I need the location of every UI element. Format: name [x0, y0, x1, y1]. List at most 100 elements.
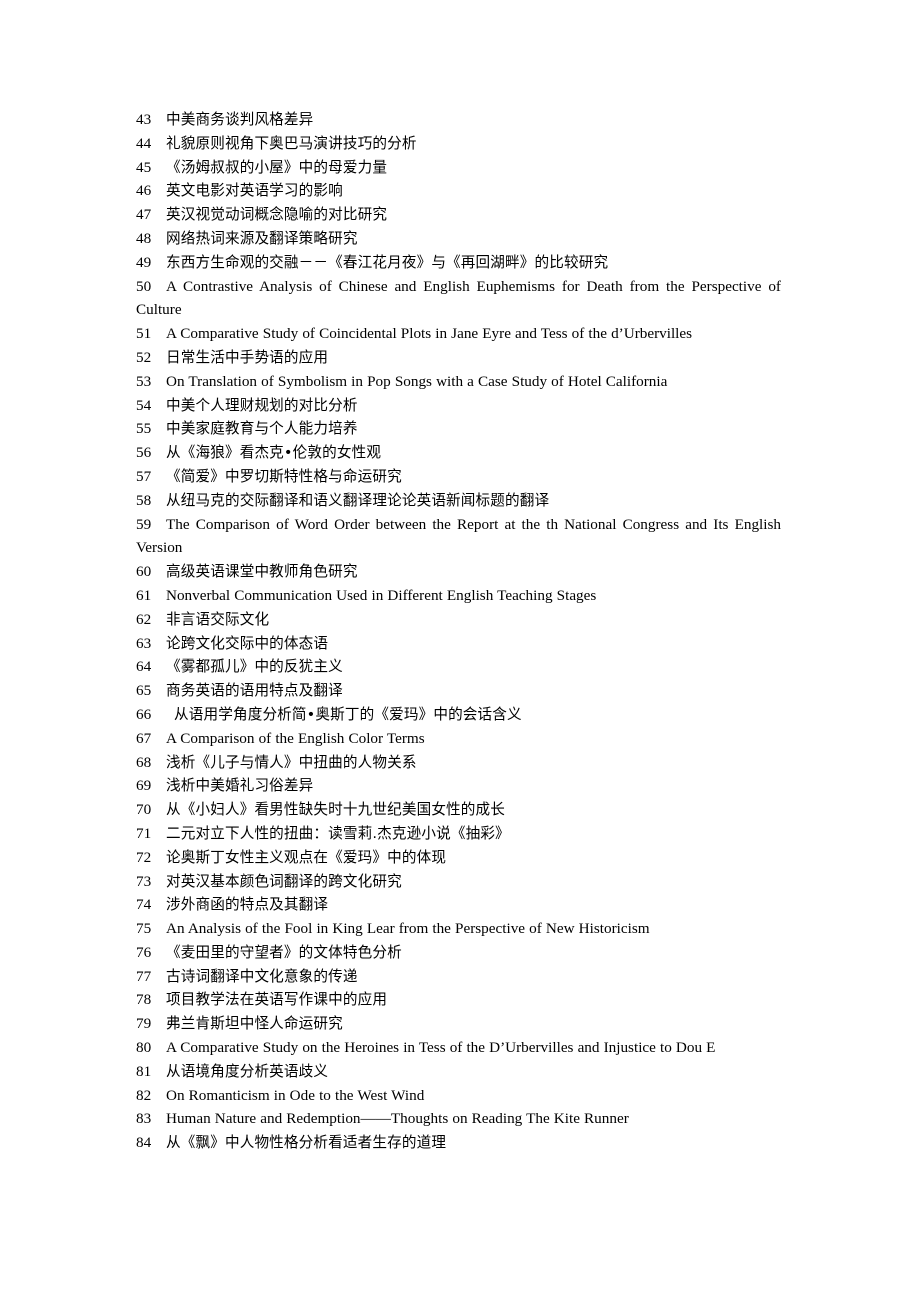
list-item-title: 中美商务谈判风格差异 — [166, 111, 314, 128]
list-item-number: 73 — [136, 872, 152, 890]
list-item-number: 48 — [136, 229, 152, 247]
list-item: 80 A Comparative Study on the Heroines in… — [136, 1036, 781, 1060]
list-item-number: 68 — [136, 753, 152, 771]
list-item-number: 69 — [136, 777, 152, 795]
list-item-number: 61 — [136, 586, 152, 604]
list-item: 65 商务英语的语用特点及翻译 — [136, 679, 781, 703]
list-item-title: 日常生活中手势语的应用 — [166, 348, 329, 366]
list-item: 59 The Comparison of Word Order between t… — [136, 513, 781, 561]
list-item: 53 On Translation of Symbolism in Pop Son… — [136, 370, 781, 394]
list-item-title: 涉外商函的特点及其翻译 — [166, 896, 329, 914]
list-item-number: 77 — [136, 967, 152, 985]
list-item: 56 从《海狼》看杰克•伦敦的女性观 — [136, 441, 781, 465]
list-item-title: 论跨文化交际中的体态语 — [166, 634, 329, 652]
list-item-title: 东西方生命观的交融－－《春江花月夜》与《再回湖畔》的比较研究 — [166, 253, 609, 271]
list-item-number: 53 — [136, 372, 152, 390]
list-item: 49 东西方生命观的交融－－《春江花月夜》与《再回湖畔》的比较研究 — [136, 251, 781, 275]
list-item-title: An Analysis of the Fool in King Lear fro… — [166, 920, 650, 938]
list-item: 81 从语境角度分析英语歧义 — [136, 1060, 781, 1084]
list-item-number: 82 — [136, 1086, 152, 1104]
list-item: 47 英汉视觉动词概念隐喻的对比研究 — [136, 203, 781, 227]
list-item: 67 A Comparison of the English Color Term… — [136, 727, 781, 751]
list-item-number: 71 — [136, 824, 152, 842]
list-item-number: 83 — [136, 1110, 152, 1128]
list-item-title: The Comparison of Word Order between the… — [136, 515, 781, 557]
list-item: 55 中美家庭教育与个人能力培养 — [136, 417, 781, 441]
list-item-title: 从语境角度分析英语歧义 — [166, 1062, 329, 1080]
list-item-number: 80 — [136, 1039, 152, 1057]
list-item-title: 英文电影对英语学习的影响 — [166, 182, 343, 200]
list-item: 78 项目教学法在英语写作课中的应用 — [136, 988, 781, 1012]
list-item-number: 65 — [136, 682, 152, 700]
list-item: 51 A Comparative Study of Coincidental Pl… — [136, 322, 781, 346]
list-item: 66 从语用学角度分析简•奥斯丁的《爱玛》中的会话含义 — [136, 703, 781, 727]
list-item-title: 浅析《儿子与情人》中扭曲的人物关系 — [166, 753, 417, 771]
list-item-title: 商务英语的语用特点及翻译 — [166, 682, 343, 700]
list-item-number: 75 — [136, 920, 152, 938]
list-item-number: 72 — [136, 848, 152, 866]
list-item-title: 二元对立下人性的扭曲：读雪莉.杰克逊小说《抽彩》 — [166, 824, 510, 842]
list-item: 71 二元对立下人性的扭曲：读雪莉.杰克逊小说《抽彩》 — [136, 822, 781, 846]
list-item-number: 57 — [136, 467, 152, 485]
list-item-title: A Comparative Study on the Heroines in T… — [166, 1039, 716, 1057]
list-item-title: 《汤姆叔叔的小屋》中的母爱力量 — [166, 158, 388, 176]
list-item-title: 英汉视觉动词概念隐喻的对比研究 — [166, 206, 388, 224]
list-item-title: 网络热词来源及翻译策略研究 — [166, 229, 358, 247]
list-item: 82 On Romanticism in Ode to the West Wind — [136, 1084, 781, 1108]
list-item: 64 《雾都孤儿》中的反犹主义 — [136, 655, 781, 679]
list-item-title: 弗兰肯斯坦中怪人命运研究 — [166, 1015, 343, 1033]
list-item: 52 日常生活中手势语的应用 — [136, 346, 781, 370]
list-item: 44 礼貌原则视角下奥巴马演讲技巧的分析 — [136, 132, 781, 156]
list-item-title: Nonverbal Communication Used in Differen… — [166, 586, 597, 604]
list-item-number: 55 — [136, 420, 152, 438]
list-item-number: 70 — [136, 801, 152, 819]
list-item-number: 59 — [136, 515, 152, 533]
list-item-title: 论奥斯丁女性主义观点在《爱玛》中的体现 — [166, 848, 447, 866]
list-item: 54 中美个人理财规划的对比分析 — [136, 394, 781, 418]
list-item-number: 63 — [136, 634, 152, 652]
list-item: 79 弗兰肯斯坦中怪人命运研究 — [136, 1012, 781, 1036]
list-item-title: 《雾都孤儿》中的反犹主义 — [166, 658, 343, 676]
list-item-title: 礼貌原则视角下奥巴马演讲技巧的分析 — [166, 134, 417, 152]
list-item-number: 51 — [136, 325, 152, 343]
list-item-title: Human Nature and Redemption——Thoughts on… — [166, 1110, 629, 1128]
list-item-number: 79 — [136, 1015, 152, 1033]
list-item-title: 从语用学角度分析简•奥斯丁的《爱玛》中的会话含义 — [174, 705, 522, 723]
list-item: 61 Nonverbal Communication Used in Differ… — [136, 584, 781, 608]
list-item-number: 44 — [136, 134, 152, 152]
list-item: 50 A Contrastive Analysis of Chinese and … — [136, 275, 781, 323]
list-item-number: 81 — [136, 1062, 152, 1080]
list-item-title: 项目教学法在英语写作课中的应用 — [166, 991, 388, 1009]
list-item-number: 56 — [136, 444, 152, 462]
list-item-number: 46 — [136, 182, 152, 200]
list-item-number: 78 — [136, 991, 152, 1009]
list-item-number: 49 — [136, 253, 152, 271]
list-item-title: 高级英语课堂中教师角色研究 — [166, 563, 358, 581]
list-item-title: A Comparative Study of Coincidental Plot… — [166, 325, 693, 343]
list-item-title: On Translation of Symbolism in Pop Songs… — [166, 372, 668, 390]
list-item: 74 涉外商函的特点及其翻译 — [136, 893, 781, 917]
list-item: 72 论奥斯丁女性主义观点在《爱玛》中的体现 — [136, 846, 781, 870]
list-item: 70 从《小妇人》看男性缺失时十九世纪美国女性的成长 — [136, 798, 781, 822]
list-item-title: 古诗词翻译中文化意象的传递 — [166, 967, 358, 985]
list-item: 75 An Analysis of the Fool in King Lear f… — [136, 917, 781, 941]
list-item-number: 50 — [136, 277, 152, 295]
list-item: 77 古诗词翻译中文化意象的传递 — [136, 965, 781, 989]
list-item: 68 浅析《儿子与情人》中扭曲的人物关系 — [136, 751, 781, 775]
list-item-number: 52 — [136, 348, 152, 366]
list-item-title: On Romanticism in Ode to the West Wind — [166, 1086, 425, 1104]
list-item: 46 英文电影对英语学习的影响 — [136, 179, 781, 203]
list-item-title: 《简爱》中罗切斯特性格与命运研究 — [166, 467, 402, 485]
list-item: 43 中美商务谈判风格差异 — [136, 108, 781, 132]
list-item-number: 54 — [136, 396, 152, 414]
list-item-number: 60 — [136, 563, 152, 581]
list-item: 84 从《飘》中人物性格分析看适者生存的道理 — [136, 1131, 781, 1155]
list-item: 62 非言语交际文化 — [136, 608, 781, 632]
list-item: 69 浅析中美婚礼习俗差异 — [136, 774, 781, 798]
list-item-title: 《麦田里的守望者》的文体特色分析 — [166, 943, 402, 961]
list-item-title: 对英汉基本颜色词翻译的跨文化研究 — [166, 872, 402, 890]
list-item-title: 从纽马克的交际翻译和语义翻译理论论英语新闻标题的翻译 — [166, 491, 550, 509]
list-item-number: 45 — [136, 158, 152, 176]
document-page: 43 中美商务谈判风格差异 44 礼貌原则视角下奥巴马演讲技巧的分析 45 《汤姆叔叔的小… — [0, 0, 920, 1302]
list-item: 73 对英汉基本颜色词翻译的跨文化研究 — [136, 870, 781, 894]
